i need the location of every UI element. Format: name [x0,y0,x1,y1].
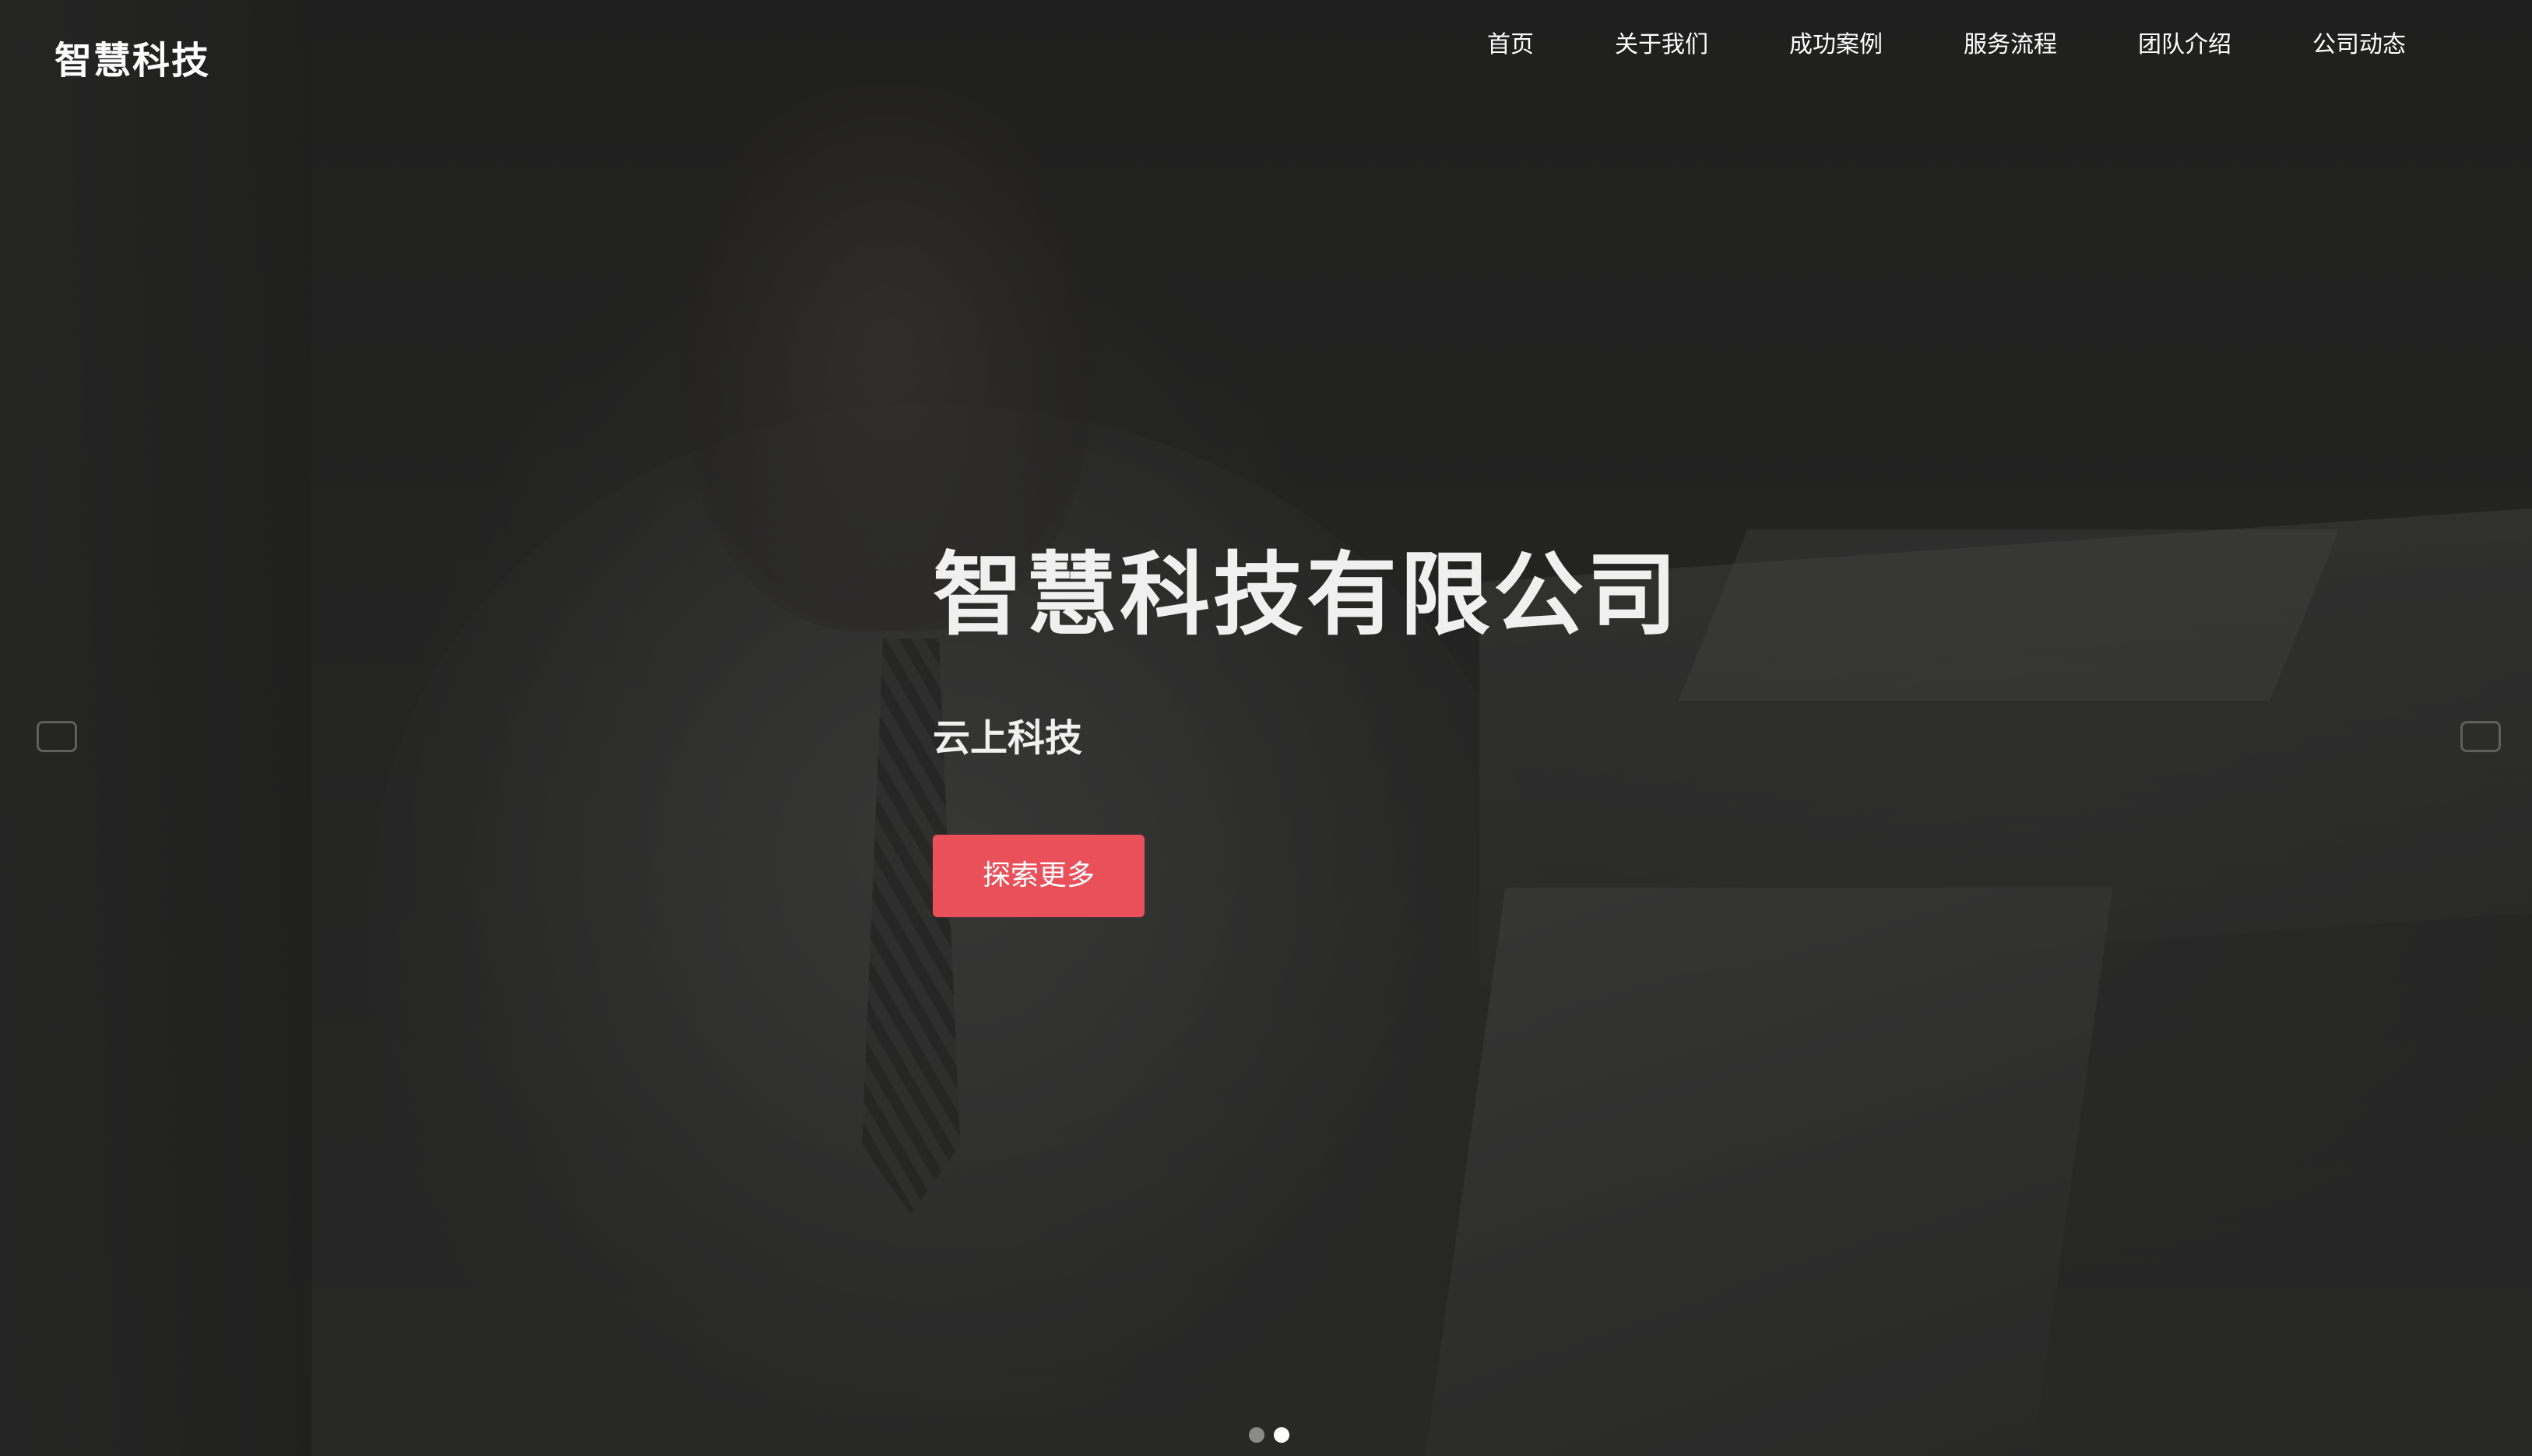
nav-item-team[interactable]: 团队介绍 [2098,26,2272,64]
hero-content: 智慧科技有限公司 云上科技 探索更多 [933,537,1789,917]
site-logo[interactable]: 智慧科技 [55,30,210,84]
hero-banner: 智慧科技 首页 关于我们 成功案例 服务流程 团队介绍 公司动态 智慧科技有限公… [0,0,2532,1456]
arrow-right-icon[interactable] [2460,721,2501,752]
nav-item-news[interactable]: 公司动态 [2272,26,2406,64]
site-header: 智慧科技 首页 关于我们 成功案例 服务流程 团队介绍 公司动态 [0,0,2532,117]
carousel-dot-1[interactable] [1249,1427,1264,1443]
explore-more-button[interactable]: 探索更多 [933,835,1145,917]
nav-item-home[interactable]: 首页 [1447,26,1574,64]
carousel-dot-2[interactable] [1274,1427,1289,1443]
hero-title: 智慧科技有限公司 [933,543,1680,648]
nav-item-process[interactable]: 服务流程 [1923,26,2098,64]
arrow-left-icon[interactable] [37,721,77,752]
hero-subtitle: 云上科技 [933,716,1083,760]
nav-item-cases[interactable]: 成功案例 [1749,26,1923,64]
carousel-dots [1249,1427,1289,1443]
main-nav: 首页 关于我们 成功案例 服务流程 团队介绍 公司动态 [1447,26,2406,64]
nav-item-about[interactable]: 关于我们 [1574,26,1749,64]
